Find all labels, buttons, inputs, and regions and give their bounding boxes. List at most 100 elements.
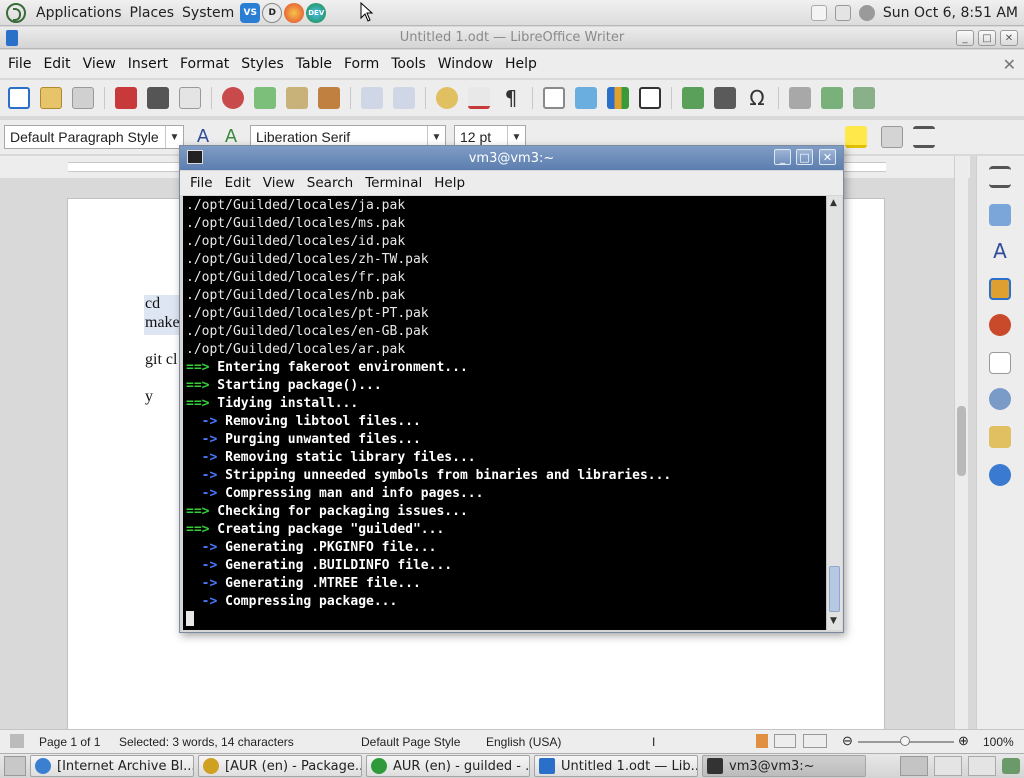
vscode-launcher-icon[interactable]: VS	[240, 2, 261, 23]
network-tray-icon[interactable]	[834, 5, 851, 21]
document-scrollbar[interactable]	[954, 156, 968, 729]
maximize-button[interactable]: □	[978, 30, 996, 46]
page-icon[interactable]	[989, 352, 1011, 374]
terminal-menu-file[interactable]: File	[184, 175, 219, 191]
notes-tray-icon[interactable]	[810, 5, 827, 21]
workspace-1[interactable]	[900, 756, 928, 776]
terminal-window[interactable]: vm3@vm3:~ _ □ ✕ File Edit View Search Te…	[179, 145, 844, 633]
terminal-output[interactable]: ./opt/Guilded/locales/ja.pak ./opt/Guilde…	[183, 196, 826, 630]
cut-icon[interactable]	[222, 87, 244, 109]
menu-view[interactable]: View	[77, 56, 122, 72]
menu-insert[interactable]: Insert	[122, 56, 174, 72]
multi-page-view-icon[interactable]	[774, 734, 796, 748]
task-terminal[interactable]: vm3@vm3:~	[702, 755, 866, 777]
doc-line-y[interactable]: y	[145, 388, 153, 406]
menu-form[interactable]: Form	[338, 56, 385, 72]
places-menu[interactable]: Places	[126, 0, 179, 26]
single-page-view-icon[interactable]	[756, 734, 768, 748]
close-document-icon[interactable]: ✕	[1003, 55, 1016, 74]
page-count[interactable]: Page 1 of 1	[39, 735, 100, 749]
terminal-scrollbar[interactable]: ▲ ▼	[826, 196, 842, 630]
zoom-out-icon[interactable]: ⊖	[842, 733, 853, 749]
menu-help[interactable]: Help	[499, 56, 543, 72]
terminal-prompt-line[interactable]	[186, 611, 826, 629]
menu-file[interactable]: File	[2, 56, 37, 72]
volume-tray-icon[interactable]	[858, 5, 875, 21]
find-replace-icon[interactable]	[436, 87, 458, 109]
terminal-minimize-button[interactable]: _	[774, 149, 791, 165]
design-icon[interactable]	[989, 464, 1011, 486]
menu-styles[interactable]: Styles	[235, 56, 289, 72]
gallery-icon[interactable]	[989, 278, 1011, 300]
page-style[interactable]: Default Page Style	[361, 735, 460, 749]
scrollbar-thumb[interactable]	[957, 406, 966, 476]
scroll-up-icon[interactable]: ▲	[830, 198, 837, 208]
insert-hyperlink-icon[interactable]	[789, 87, 811, 109]
insert-textbox-icon[interactable]	[639, 87, 661, 109]
doc-line-git[interactable]: git cl	[145, 351, 177, 369]
menu-edit[interactable]: Edit	[37, 56, 76, 72]
close-button[interactable]: ✕	[1000, 30, 1018, 46]
formatting-marks-icon[interactable]: ¶	[500, 87, 522, 109]
print-preview-icon[interactable]	[179, 87, 201, 109]
sidebar-menu-icon[interactable]	[989, 166, 1011, 188]
insert-table-icon[interactable]	[543, 87, 565, 109]
doc-line-make[interactable]: make	[145, 314, 180, 332]
insert-chart-icon[interactable]	[607, 87, 629, 109]
workspace-3[interactable]	[968, 756, 996, 776]
zoom-level[interactable]: 100%	[983, 735, 1014, 749]
zoom-slider[interactable]	[858, 736, 954, 746]
language[interactable]: English (USA)	[486, 735, 561, 749]
show-desktop-icon[interactable]	[4, 756, 26, 776]
zoom-in-icon[interactable]: ⊕	[958, 733, 969, 749]
menu-tools[interactable]: Tools	[385, 56, 432, 72]
terminal-menu-edit[interactable]: Edit	[219, 175, 257, 191]
copy-icon[interactable]	[254, 87, 276, 109]
terminal-menu-terminal[interactable]: Terminal	[359, 175, 428, 191]
paste-icon[interactable]	[286, 87, 308, 109]
clock[interactable]: Sun Oct 6, 8:51 AM	[810, 0, 1018, 26]
redo-icon[interactable]	[393, 87, 415, 109]
export-pdf-icon[interactable]	[115, 87, 137, 109]
terminal-menu-search[interactable]: Search	[301, 175, 359, 191]
justify-icon[interactable]	[913, 126, 935, 148]
terminal-maximize-button[interactable]: □	[796, 149, 813, 165]
edge-dev-launcher-icon[interactable]: DEV	[306, 2, 327, 23]
save-icon[interactable]	[72, 87, 94, 109]
task-writer[interactable]: Untitled 1.odt — Lib...	[534, 755, 698, 777]
task-aur-package[interactable]: [AUR (en) - Package...	[198, 755, 362, 777]
discord-launcher-icon[interactable]: D	[262, 2, 283, 23]
terminal-scrollbar-thumb[interactable]	[829, 566, 840, 612]
clone-formatting-icon[interactable]	[318, 87, 340, 109]
insert-page-break-icon[interactable]	[682, 87, 704, 109]
zoom-slider-handle[interactable]	[900, 736, 910, 746]
minimize-button[interactable]: _	[956, 30, 974, 46]
print-icon[interactable]	[147, 87, 169, 109]
properties-icon[interactable]	[989, 204, 1011, 226]
manage-changes-icon[interactable]	[989, 426, 1011, 448]
undo-icon[interactable]	[361, 87, 383, 109]
menu-format[interactable]: Format	[174, 56, 235, 72]
terminal-close-button[interactable]: ✕	[819, 149, 836, 165]
paragraph-style-combo[interactable]: Default Paragraph Style ▼	[4, 125, 184, 149]
styles-icon[interactable]: A	[989, 240, 1011, 262]
navigator-icon[interactable]	[989, 314, 1011, 336]
terminal-menu-help[interactable]: Help	[428, 175, 471, 191]
insert-image-icon[interactable]	[575, 87, 597, 109]
terminal-menu-view[interactable]: View	[257, 175, 301, 191]
insert-footnote-icon[interactable]	[821, 87, 843, 109]
doc-line-cd[interactable]: cd	[145, 295, 160, 313]
system-menu[interactable]: System	[178, 0, 238, 26]
firefox-launcher-icon[interactable]	[284, 2, 305, 23]
align-left-icon[interactable]	[881, 126, 903, 148]
menu-table[interactable]: Table	[290, 56, 338, 72]
writer-titlebar[interactable]: Untitled 1.odt — LibreOffice Writer _ □ …	[0, 27, 1024, 49]
open-folder-icon[interactable]	[40, 87, 62, 109]
scroll-down-icon[interactable]: ▼	[830, 616, 837, 626]
terminal-titlebar[interactable]: vm3@vm3:~ _ □ ✕	[180, 146, 843, 170]
trash-icon[interactable]	[1002, 758, 1020, 774]
insert-endnote-icon[interactable]	[853, 87, 875, 109]
style-inspector-icon[interactable]	[989, 388, 1011, 410]
book-view-icon[interactable]	[803, 734, 827, 748]
menu-window[interactable]: Window	[432, 56, 499, 72]
